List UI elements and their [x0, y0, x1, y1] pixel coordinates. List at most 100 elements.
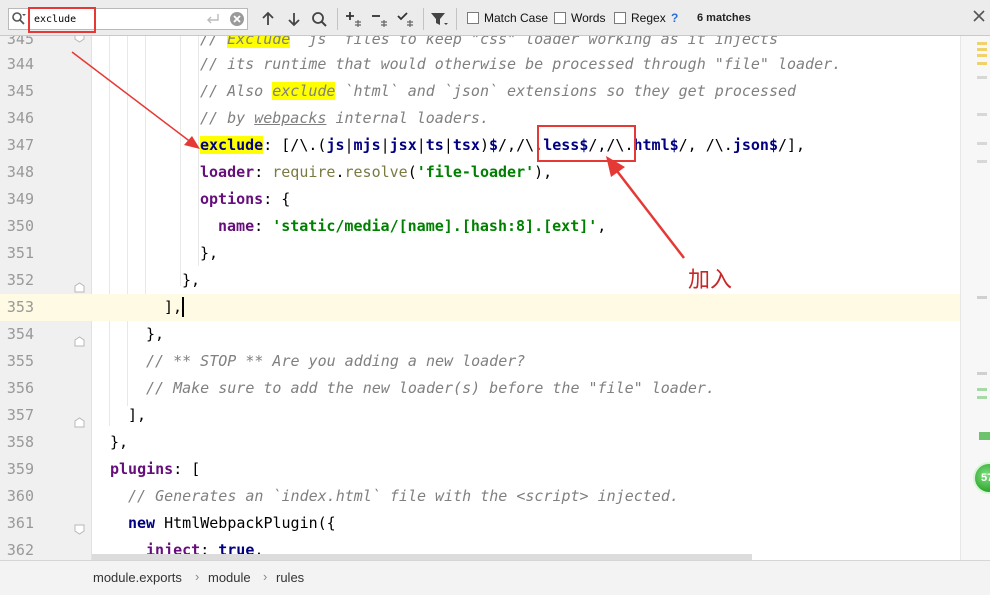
code-text: new HtmlWebpackPlugin({ [128, 514, 336, 532]
find-all-icon[interactable] [310, 10, 328, 28]
code-text: // ** STOP ** Are you adding a new loade… [146, 352, 526, 370]
next-occurrence-icon[interactable] [285, 10, 303, 28]
line-number: 351 [6, 244, 34, 262]
code-line: 350 name: 'static/media/[name].[hash:8].… [0, 213, 990, 240]
fold-marker-icon[interactable] [74, 282, 85, 293]
breadcrumb-item[interactable]: module [208, 570, 251, 585]
current-line: 353 ], [0, 294, 990, 321]
fold-marker-icon[interactable] [74, 36, 85, 43]
code-text: options: { [200, 190, 291, 208]
clear-search-icon[interactable] [229, 11, 245, 27]
regex-checkbox[interactable]: Regex [614, 11, 666, 27]
match-count: 6 matches [697, 12, 751, 24]
toolbar-separator [337, 8, 338, 30]
code-text: // Also exclude `html` and `json` extens… [200, 82, 797, 100]
search-mark[interactable] [977, 42, 987, 45]
line-number: 360 [6, 487, 34, 505]
text-caret [182, 297, 184, 317]
search-history-icon[interactable] [11, 11, 27, 27]
code-text: }, [146, 325, 165, 343]
code-line: 358 }, [0, 429, 990, 456]
warning-mark[interactable] [977, 296, 987, 299]
code-line: 354 }, [0, 321, 990, 348]
regex-help-link[interactable]: ? [671, 11, 678, 25]
fold-marker-icon[interactable] [74, 524, 85, 535]
toolbar-separator [423, 8, 424, 30]
code-text: name: 'static/media/[name].[hash:8].[ext… [218, 217, 607, 235]
code-line: 357 ], [0, 402, 990, 429]
annotation-box-less [537, 125, 636, 162]
remove-selection-icon[interactable] [370, 10, 388, 28]
match-case-label: Match Case [484, 11, 549, 25]
line-number: 355 [6, 352, 34, 370]
previous-occurrence-icon[interactable] [259, 10, 277, 28]
line-number: 344 [6, 55, 34, 73]
code-line: 361 new HtmlWebpackPlugin({ [0, 510, 990, 537]
change-mark[interactable] [977, 388, 987, 391]
breadcrumb-separator: › [195, 569, 200, 584]
breadcrumb-separator: › [263, 569, 268, 584]
search-mark[interactable] [977, 54, 987, 57]
line-number: 362 [6, 541, 34, 559]
code-line: 352 }, [0, 267, 990, 294]
regex-box[interactable] [614, 12, 626, 24]
toolbar-separator [456, 8, 457, 30]
code-line: 349 options: { [0, 186, 990, 213]
code-line: 346 // by webpacks internal loaders. [0, 105, 990, 132]
breadcrumb-item[interactable]: module.exports [93, 570, 182, 585]
warning-mark[interactable] [977, 160, 987, 163]
line-number: 353 [6, 298, 34, 316]
change-mark[interactable] [977, 396, 987, 399]
code-text: ], [164, 298, 183, 316]
code-line: 345 // Also exclude `html` and `json` ex… [0, 78, 990, 105]
code-text: // Make sure to add the new loader(s) be… [146, 379, 715, 397]
search-mark[interactable] [977, 48, 987, 51]
words-checkbox[interactable]: Words [554, 11, 605, 27]
line-number: 349 [6, 190, 34, 208]
warning-mark[interactable] [977, 76, 987, 79]
code-line: 351 }, [0, 240, 990, 267]
code-line: 359 plugins: [ [0, 456, 990, 483]
words-box[interactable] [554, 12, 566, 24]
code-line: 360 // Generates an `index.html` file wi… [0, 483, 990, 510]
code-text: ], [128, 406, 147, 424]
code-line: 355 // ** STOP ** Are you adding a new l… [0, 348, 990, 375]
warning-mark[interactable] [977, 372, 987, 375]
code-text: plugins: [ [110, 460, 201, 478]
line-number: 356 [6, 379, 34, 397]
line-number: 358 [6, 433, 34, 451]
line-number: 350 [6, 217, 34, 235]
line-number: 354 [6, 325, 34, 343]
words-label: Words [571, 11, 606, 25]
match-case-box[interactable] [467, 12, 479, 24]
search-mark[interactable] [977, 62, 987, 65]
add-selection-icon[interactable] [344, 10, 362, 28]
code-text: // Generates an `index.html` file with t… [128, 487, 679, 505]
code-text: loader: require.resolve('file-loader'), [200, 163, 553, 181]
fold-marker-icon[interactable] [74, 417, 85, 428]
code-line: 344 // its runtime that would otherwise … [0, 51, 990, 78]
enter-icon[interactable] [205, 11, 221, 27]
code-line: 347 exclude: [/\.(js|mjs|jsx|ts|tsx)$/,/… [0, 132, 990, 159]
code-line: 348 loader: require.resolve('file-loader… [0, 159, 990, 186]
fold-marker-icon[interactable] [74, 336, 85, 347]
warning-mark[interactable] [977, 113, 987, 116]
line-number: 357 [6, 406, 34, 424]
code-text: }, [110, 433, 129, 451]
code-editor[interactable]: 345 // Exclude `js` files to keep "css" … [0, 36, 990, 560]
match-case-checkbox[interactable]: Match Case [467, 11, 548, 27]
breadcrumb: module.exports › module › rules [0, 560, 990, 595]
code-text: exclude: [/\.(js|mjs|jsx|ts|tsx)$/,/\.le… [200, 136, 806, 154]
breadcrumb-item[interactable]: rules [276, 570, 304, 585]
filter-icon[interactable] [430, 10, 448, 28]
select-all-occurrences-icon[interactable] [396, 10, 414, 28]
code-text: // by webpacks internal loaders. [200, 109, 489, 127]
warning-mark[interactable] [977, 142, 987, 145]
regex-label: Regex [631, 11, 666, 25]
code-text: }, [200, 244, 219, 262]
change-mark[interactable] [979, 432, 990, 440]
annotation-box-search [28, 7, 96, 33]
line-number: 359 [6, 460, 34, 478]
line-number: 346 [6, 109, 34, 127]
close-find-icon[interactable] [972, 9, 986, 23]
